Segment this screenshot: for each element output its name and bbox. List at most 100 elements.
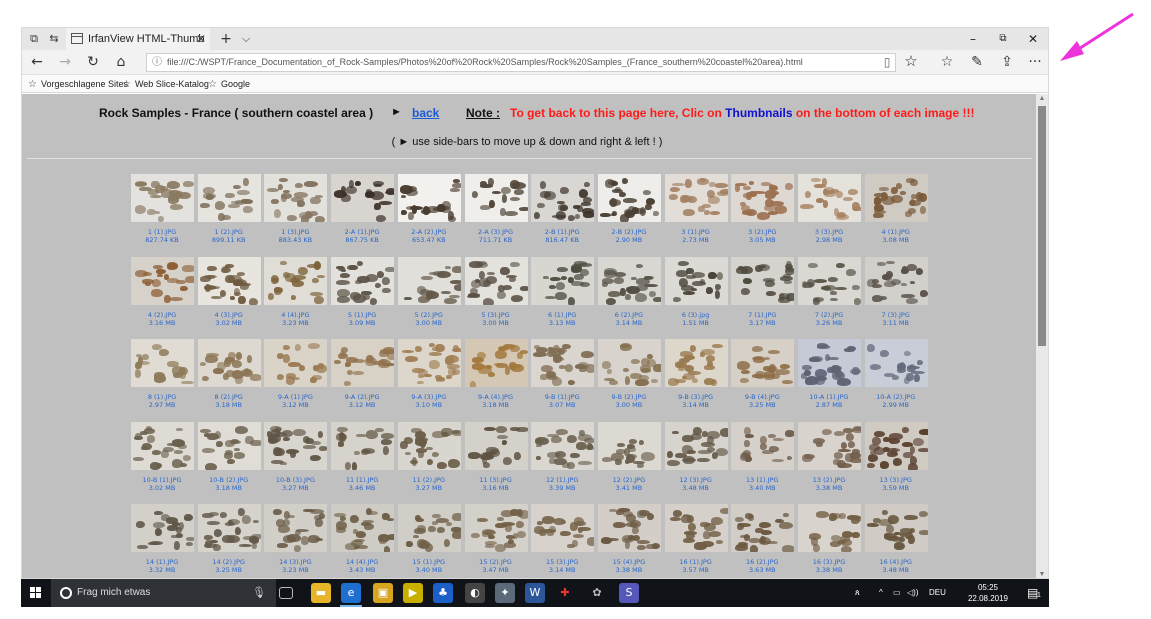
thumbnail-caption[interactable]: 3 (2).JPG 3.05 MB xyxy=(725,228,799,244)
thumbnail-item[interactable]: 10-A (2).JPG 2.99 MB xyxy=(863,339,929,417)
favorites-hub-icon[interactable]: ☆ xyxy=(936,53,958,71)
thumbnail-caption[interactable]: 16 (4).JPG 3.48 MB xyxy=(859,558,933,574)
vertical-scrollbar[interactable]: ▲ ▼ xyxy=(1036,94,1048,578)
thumbnail-item[interactable]: 10-B (2).JPG 3.18 MB xyxy=(196,421,262,500)
thumbnail-caption[interactable]: 1 (3).JPG 883.43 KB xyxy=(258,228,332,244)
thumbnail-image[interactable] xyxy=(264,504,328,552)
settings-app-icon[interactable]: ◐ xyxy=(465,583,485,603)
thumbnail-item[interactable]: 9-B (3).JPG 3.14 MB xyxy=(663,339,729,417)
thumbnail-image[interactable] xyxy=(731,256,795,305)
thumbnail-image[interactable] xyxy=(798,339,861,387)
web-note-pen-icon[interactable]: ✎ xyxy=(966,53,988,71)
thumbnail-image[interactable] xyxy=(864,339,928,387)
new-tab-button[interactable]: + xyxy=(218,31,234,47)
thumbnail-caption[interactable]: 6 (2).JPG 3.14 MB xyxy=(592,311,666,327)
thumbnail-image[interactable] xyxy=(664,421,728,470)
thumbnail-item[interactable]: 2-B (1).JPG 816.47 KB xyxy=(529,174,595,252)
thumbnail-caption[interactable]: 9-B (1).JPG 3.07 MB xyxy=(525,393,599,409)
favorite-item[interactable]: ☆ Vorgeschlagene Sites xyxy=(28,75,128,94)
thumbnail-item[interactable]: 9-A (1).JPG 3.12 MB xyxy=(262,339,328,417)
thumbnail-caption[interactable]: 5 (1).JPG 3.09 MB xyxy=(325,311,399,327)
thumbnail-caption[interactable]: 9-B (3).JPG 3.14 MB xyxy=(659,393,733,409)
thumbnail-image[interactable] xyxy=(131,174,194,222)
thumbnail-caption[interactable]: 16 (1).JPG 3.57 MB xyxy=(659,558,733,574)
thumbnail-item[interactable]: 11 (3).JPG 3.16 MB xyxy=(463,421,529,500)
thumbnail-caption[interactable]: 7 (2).JPG 3.26 MB xyxy=(792,311,866,327)
thumbnail-caption[interactable]: 10-A (1).JPG 2.87 MB xyxy=(792,393,866,409)
thumbnail-caption[interactable]: 12 (2).JPG 3.41 MB xyxy=(592,476,666,492)
pin-icon[interactable]: ✚ xyxy=(555,583,575,603)
edge-browser-icon[interactable]: e xyxy=(341,583,361,603)
thumbnail-caption[interactable]: 16 (2).JPG 3.63 MB xyxy=(725,558,799,574)
thumbnail-image[interactable] xyxy=(464,174,528,222)
thumbnail-image[interactable] xyxy=(531,174,595,222)
thumbnail-image[interactable] xyxy=(197,174,261,222)
home-icon[interactable]: ⌂ xyxy=(110,53,132,71)
thumbnail-caption[interactable]: 5 (2).JPG 3.00 MB xyxy=(392,311,466,327)
thumbnail-item[interactable]: 16 (4).JPG 3.48 MB xyxy=(863,504,929,578)
thumbnail-item[interactable]: 9-B (2).JPG 3.00 MB xyxy=(596,339,662,417)
thumbnail-item[interactable]: 14 (2).JPG 3.25 MB xyxy=(196,504,262,578)
app-icon-2[interactable]: S xyxy=(619,583,639,603)
thumbnail-image[interactable] xyxy=(197,421,261,470)
thumbnail-image[interactable] xyxy=(264,174,328,222)
thumbnail-image[interactable] xyxy=(531,256,595,305)
thumbnail-item[interactable]: 6 (1).JPG 3.13 MB xyxy=(529,256,595,335)
thumbnail-item[interactable]: 1 (3).JPG 883.43 KB xyxy=(262,174,328,252)
thumbnail-caption[interactable]: 11 (1).JPG 3.46 MB xyxy=(325,476,399,492)
thumbnail-item[interactable]: 9-A (4).JPG 3.18 MB xyxy=(463,339,529,417)
thumbnail-image[interactable] xyxy=(597,421,661,470)
volume-icon[interactable]: ◁)) xyxy=(907,579,918,607)
thumbnail-item[interactable]: 7 (1).JPG 3.17 MB xyxy=(729,256,795,335)
share-icon[interactable]: ⇪ xyxy=(996,53,1018,71)
thumbnail-image[interactable] xyxy=(597,504,661,552)
thumbnail-caption[interactable]: 16 (3).JPG 3.38 MB xyxy=(792,558,866,574)
thumbnail-item[interactable]: 14 (3).JPG 3.23 MB xyxy=(262,504,328,578)
thumbnail-caption[interactable]: 7 (1).JPG 3.17 MB xyxy=(725,311,799,327)
favorite-item[interactable]: ☆ Google xyxy=(208,75,250,94)
thumbnail-item[interactable]: 7 (2).JPG 3.26 MB xyxy=(796,256,862,335)
cortana-search-box[interactable]: Frag mich etwas 🎙 xyxy=(51,579,276,607)
thumbnail-caption[interactable]: 8 (1).JPG 2.97 MB xyxy=(125,393,199,409)
scroll-thumb[interactable] xyxy=(1038,106,1046,346)
thumbnail-item[interactable]: 15 (3).JPG 3.14 MB xyxy=(529,504,595,578)
thumbnail-item[interactable]: 16 (2).JPG 3.63 MB xyxy=(729,504,795,578)
thumbnail-item[interactable]: 10-A (1).JPG 2.87 MB xyxy=(796,339,862,417)
thumbnail-caption[interactable]: 14 (3).JPG 3.23 MB xyxy=(258,558,332,574)
thumbnail-item[interactable]: 13 (2).JPG 3.38 MB xyxy=(796,421,862,500)
thumbnail-item[interactable]: 15 (2).JPG 3.47 MB xyxy=(463,504,529,578)
thumbnail-item[interactable]: 9-A (2).JPG 3.12 MB xyxy=(329,339,395,417)
thumbnail-image[interactable] xyxy=(397,421,461,470)
thumbnail-item[interactable]: 7 (3).JPG 3.11 MB xyxy=(863,256,929,335)
thumbnail-caption[interactable]: 9-A (1).JPG 3.12 MB xyxy=(258,393,332,409)
thumbnail-item[interactable]: 13 (1).JPG 3.40 MB xyxy=(729,421,795,500)
thumbnail-item[interactable]: 4 (2).JPG 3.16 MB xyxy=(129,256,195,335)
thumbnail-image[interactable] xyxy=(464,256,528,305)
thumbnail-image[interactable] xyxy=(197,256,261,305)
thumbnail-image[interactable] xyxy=(397,256,461,305)
thumbnail-caption[interactable]: 4 (4).JPG 3.23 MB xyxy=(258,311,332,327)
thumbnail-image[interactable] xyxy=(397,174,461,222)
show-tabs-aside-icon[interactable]: ⇆ xyxy=(46,31,62,47)
thumbnail-image[interactable] xyxy=(131,504,194,552)
thumbnail-item[interactable]: 14 (4).JPG 3.43 MB xyxy=(329,504,395,578)
thumbnail-caption[interactable]: 7 (3).JPG 3.11 MB xyxy=(859,311,933,327)
thumbnail-image[interactable] xyxy=(197,504,261,552)
thumbnail-image[interactable] xyxy=(798,504,861,552)
scroll-up-icon[interactable]: ▲ xyxy=(1036,94,1048,104)
thumbnail-caption[interactable]: 6 (1).JPG 3.13 MB xyxy=(525,311,599,327)
thumbnail-caption[interactable]: 13 (2).JPG 3.38 MB xyxy=(792,476,866,492)
network-icon[interactable]: ▭ xyxy=(893,579,901,607)
thumbnail-caption[interactable]: 2-A (2).JPG 653.47 KB xyxy=(392,228,466,244)
clock[interactable]: 05:25 22.08.2019 xyxy=(963,582,1013,604)
restore-button[interactable]: ⧉ xyxy=(988,28,1018,50)
thumbnail-image[interactable] xyxy=(864,256,928,305)
tabs-aside-icon[interactable]: ⧉ xyxy=(26,31,42,47)
thumbnail-image[interactable] xyxy=(597,339,661,387)
thumbnail-image[interactable] xyxy=(597,174,661,222)
thumbnail-image[interactable] xyxy=(531,504,595,552)
thumbnail-item[interactable]: 12 (2).JPG 3.41 MB xyxy=(596,421,662,500)
tab-preview-chevron-icon[interactable]: ⌵ xyxy=(238,31,254,47)
thumbnail-caption[interactable]: 13 (1).JPG 3.40 MB xyxy=(725,476,799,492)
thumbnail-item[interactable]: 10-B (3).JPG 3.27 MB xyxy=(262,421,328,500)
